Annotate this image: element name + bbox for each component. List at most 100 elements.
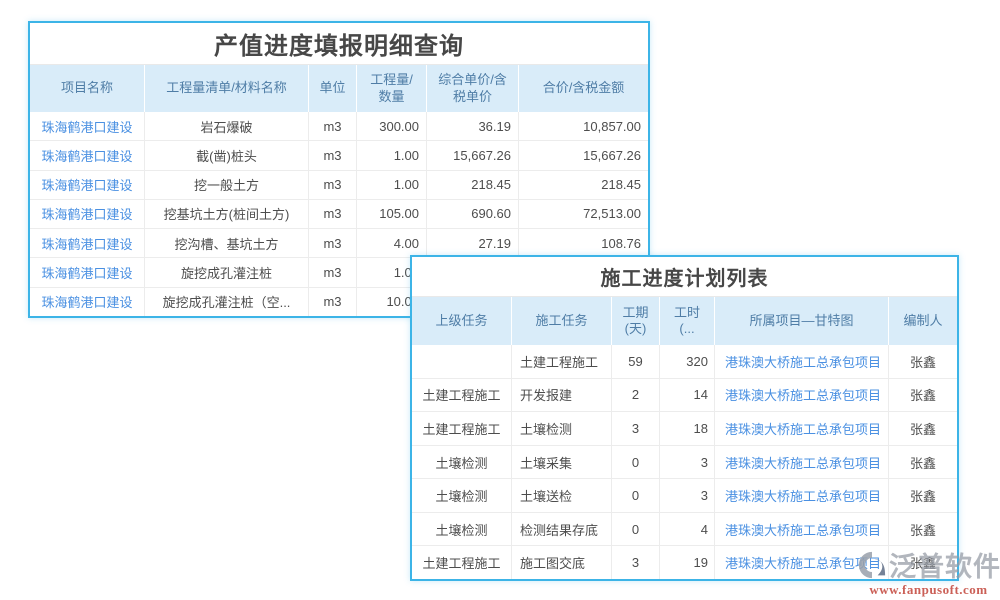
qty-cell: 4.00: [357, 229, 427, 257]
days-cell: 3: [612, 546, 660, 579]
amount-cell: 72,513.00: [519, 200, 648, 228]
table-row: 土壤检测 土壤采集 0 3 港珠澳大桥施工总承包项目 张鑫: [412, 445, 957, 479]
task-cell: 施工图交底: [512, 546, 612, 579]
item-cell: 旋挖成孔灌注桩（空...: [145, 288, 309, 316]
qty-cell: 1.00: [357, 171, 427, 199]
author-cell: 张鑫: [889, 513, 957, 546]
author-cell: 张鑫: [889, 412, 957, 445]
task-cell: 开发报建: [512, 379, 612, 412]
price-cell: 27.19: [427, 229, 519, 257]
days-cell: 0: [612, 479, 660, 512]
col-header-unit-price: 综合单价/含 税单价: [427, 65, 519, 112]
project-cell: 珠海鹤港口建设: [30, 288, 145, 316]
item-cell: 挖沟槽、基坑土方: [145, 229, 309, 257]
table-row: 珠海鹤港口建设 挖沟槽、基坑土方 m3 4.00 27.19 108.76: [30, 228, 648, 257]
project-link[interactable]: 珠海鹤港口建设: [41, 175, 132, 194]
table-row: 土建工程施工 59 320 港珠澳大桥施工总承包项目 张鑫: [412, 345, 957, 378]
project-link[interactable]: 珠海鹤港口建设: [41, 234, 132, 253]
gantt-project-link[interactable]: 港珠澳大桥施工总承包项目: [725, 520, 881, 539]
item-cell: 旋挖成孔灌注桩: [145, 258, 309, 286]
col-header-boq-material-name: 工程量清单/材料名称: [145, 65, 309, 112]
days-cell: 0: [612, 446, 660, 479]
qty-cell: 300.00: [357, 112, 427, 140]
project-cell: 珠海鹤港口建设: [30, 229, 145, 257]
item-cell: 挖一般土方: [145, 171, 309, 199]
task-cell: 土建工程施工: [512, 345, 612, 378]
gantt-project-cell: 港珠澳大桥施工总承包项目: [715, 513, 889, 546]
gantt-project-cell: 港珠澳大桥施工总承包项目: [715, 412, 889, 445]
item-cell: 岩石爆破: [145, 112, 309, 140]
project-cell: 珠海鹤港口建设: [30, 200, 145, 228]
table-row: 珠海鹤港口建设 截(凿)桩头 m3 1.00 15,667.26 15,667.…: [30, 140, 648, 169]
amount-cell: 15,667.26: [519, 141, 648, 169]
project-link[interactable]: 珠海鹤港口建设: [41, 263, 132, 282]
table-row: 土建工程施工 土壤检测 3 18 港珠澳大桥施工总承包项目 张鑫: [412, 411, 957, 445]
hours-cell: 18: [660, 412, 715, 445]
project-cell: 珠海鹤港口建设: [30, 112, 145, 140]
col-header-construction-task: 施工任务: [512, 297, 612, 345]
fanpu-url-text: www.fanpusoft.com: [857, 582, 1000, 598]
project-link[interactable]: 珠海鹤港口建设: [41, 204, 132, 223]
qty-cell: 105.00: [357, 200, 427, 228]
parent-task-cell: 土建工程施工: [412, 412, 512, 445]
amount-cell: 218.45: [519, 171, 648, 199]
parent-task-cell: 土壤检测: [412, 479, 512, 512]
price-cell: 690.60: [427, 200, 519, 228]
hours-cell: 3: [660, 446, 715, 479]
unit-cell: m3: [309, 288, 357, 316]
gantt-project-link[interactable]: 港珠澳大桥施工总承包项目: [725, 553, 881, 572]
days-cell: 59: [612, 345, 660, 378]
gantt-project-link[interactable]: 港珠澳大桥施工总承包项目: [725, 352, 881, 371]
table1-title: 产值进度填报明细查询: [30, 23, 648, 65]
table-row: 珠海鹤港口建设 挖基坑土方(桩间土方) m3 105.00 690.60 72,…: [30, 199, 648, 228]
col-header-work-hours: 工时 (...: [660, 297, 715, 345]
project-cell: 珠海鹤港口建设: [30, 171, 145, 199]
table-row: 土建工程施工 开发报建 2 14 港珠澳大桥施工总承包项目 张鑫: [412, 378, 957, 412]
task-cell: 土壤检测: [512, 412, 612, 445]
col-header-project-gantt: 所属项目—甘特图: [715, 297, 889, 345]
gantt-project-link[interactable]: 港珠澳大桥施工总承包项目: [725, 453, 881, 472]
col-header-parent-task: 上级任务: [412, 297, 512, 345]
author-cell: 张鑫: [889, 379, 957, 412]
table-row: 珠海鹤港口建设 岩石爆破 m3 300.00 36.19 10,857.00: [30, 112, 648, 140]
task-cell: 土壤采集: [512, 446, 612, 479]
author-cell: 张鑫: [889, 345, 957, 378]
col-header-quantity: 工程量/ 数量: [357, 65, 427, 112]
project-link[interactable]: 珠海鹤港口建设: [41, 117, 132, 136]
gantt-project-link[interactable]: 港珠澳大桥施工总承包项目: [725, 385, 881, 404]
author-cell: 张鑫: [889, 479, 957, 512]
unit-cell: m3: [309, 200, 357, 228]
parent-task-cell: 土壤检测: [412, 513, 512, 546]
table2-title: 施工进度计划列表: [412, 257, 957, 297]
hours-cell: 14: [660, 379, 715, 412]
amount-cell: 108.76: [519, 229, 648, 257]
project-cell: 珠海鹤港口建设: [30, 258, 145, 286]
price-cell: 15,667.26: [427, 141, 519, 169]
col-header-amount: 合价/含税金额: [519, 65, 648, 112]
hours-cell: 19: [660, 546, 715, 579]
project-link[interactable]: 珠海鹤港口建设: [41, 146, 132, 165]
table-row: 土壤检测 土壤送检 0 3 港珠澳大桥施工总承包项目 张鑫: [412, 478, 957, 512]
table-row: 土壤检测 检测结果存底 0 4 港珠澳大桥施工总承包项目 张鑫: [412, 512, 957, 546]
gantt-project-link[interactable]: 港珠澳大桥施工总承包项目: [725, 486, 881, 505]
days-cell: 0: [612, 513, 660, 546]
item-cell: 挖基坑土方(桩间土方): [145, 200, 309, 228]
parent-task-cell: [412, 345, 512, 378]
unit-cell: m3: [309, 141, 357, 169]
construction-schedule-card: 施工进度计划列表 上级任务 施工任务 工期 (天) 工时 (... 所属项目—甘…: [410, 255, 959, 581]
task-cell: 土壤送检: [512, 479, 612, 512]
hours-cell: 4: [660, 513, 715, 546]
table2-body: 土建工程施工 59 320 港珠澳大桥施工总承包项目 张鑫 土建工程施工 开发报…: [412, 345, 957, 579]
parent-task-cell: 土建工程施工: [412, 379, 512, 412]
gantt-project-link[interactable]: 港珠澳大桥施工总承包项目: [725, 419, 881, 438]
gantt-project-cell: 港珠澳大桥施工总承包项目: [715, 446, 889, 479]
table2-header-row: 上级任务 施工任务 工期 (天) 工时 (... 所属项目—甘特图 编制人: [412, 297, 957, 345]
gantt-project-cell: 港珠澳大桥施工总承包项目: [715, 479, 889, 512]
task-cell: 检测结果存底: [512, 513, 612, 546]
project-link[interactable]: 珠海鹤港口建设: [41, 292, 132, 311]
table-row: 土建工程施工 施工图交底 3 19 港珠澳大桥施工总承包项目 张鑫: [412, 545, 957, 579]
table-row: 珠海鹤港口建设 挖一般土方 m3 1.00 218.45 218.45: [30, 170, 648, 199]
gantt-project-cell: 港珠澳大桥施工总承包项目: [715, 546, 889, 579]
col-header-author: 编制人: [889, 297, 957, 345]
gantt-project-cell: 港珠澳大桥施工总承包项目: [715, 379, 889, 412]
